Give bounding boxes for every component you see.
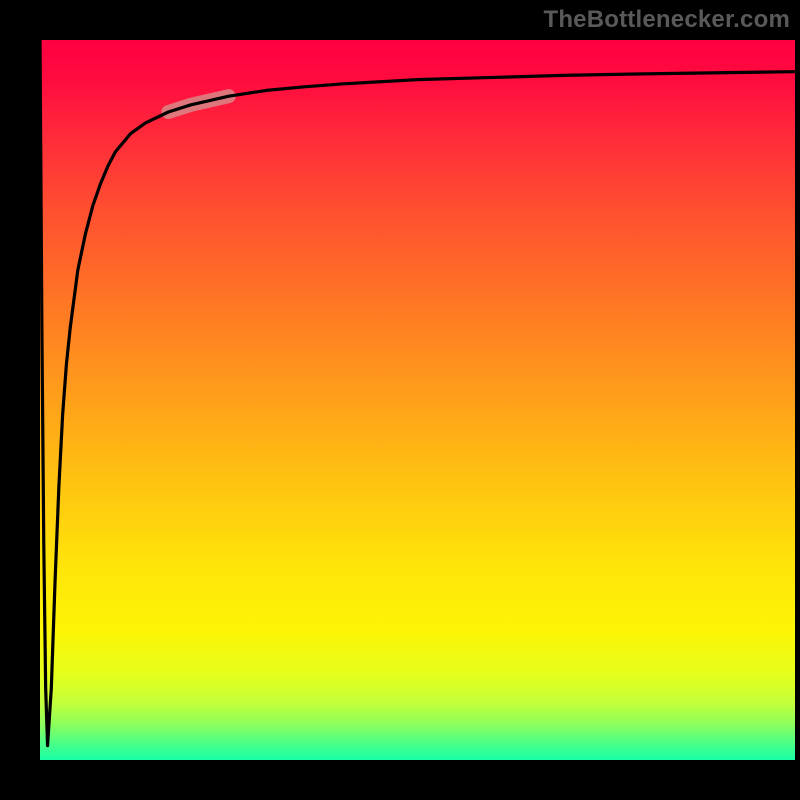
curve-line [40,40,795,746]
curve-svg [40,40,795,760]
chart-frame: TheBottlenecker.com [0,0,800,800]
watermark-text: TheBottlenecker.com [543,6,790,34]
plot-area [40,40,795,760]
